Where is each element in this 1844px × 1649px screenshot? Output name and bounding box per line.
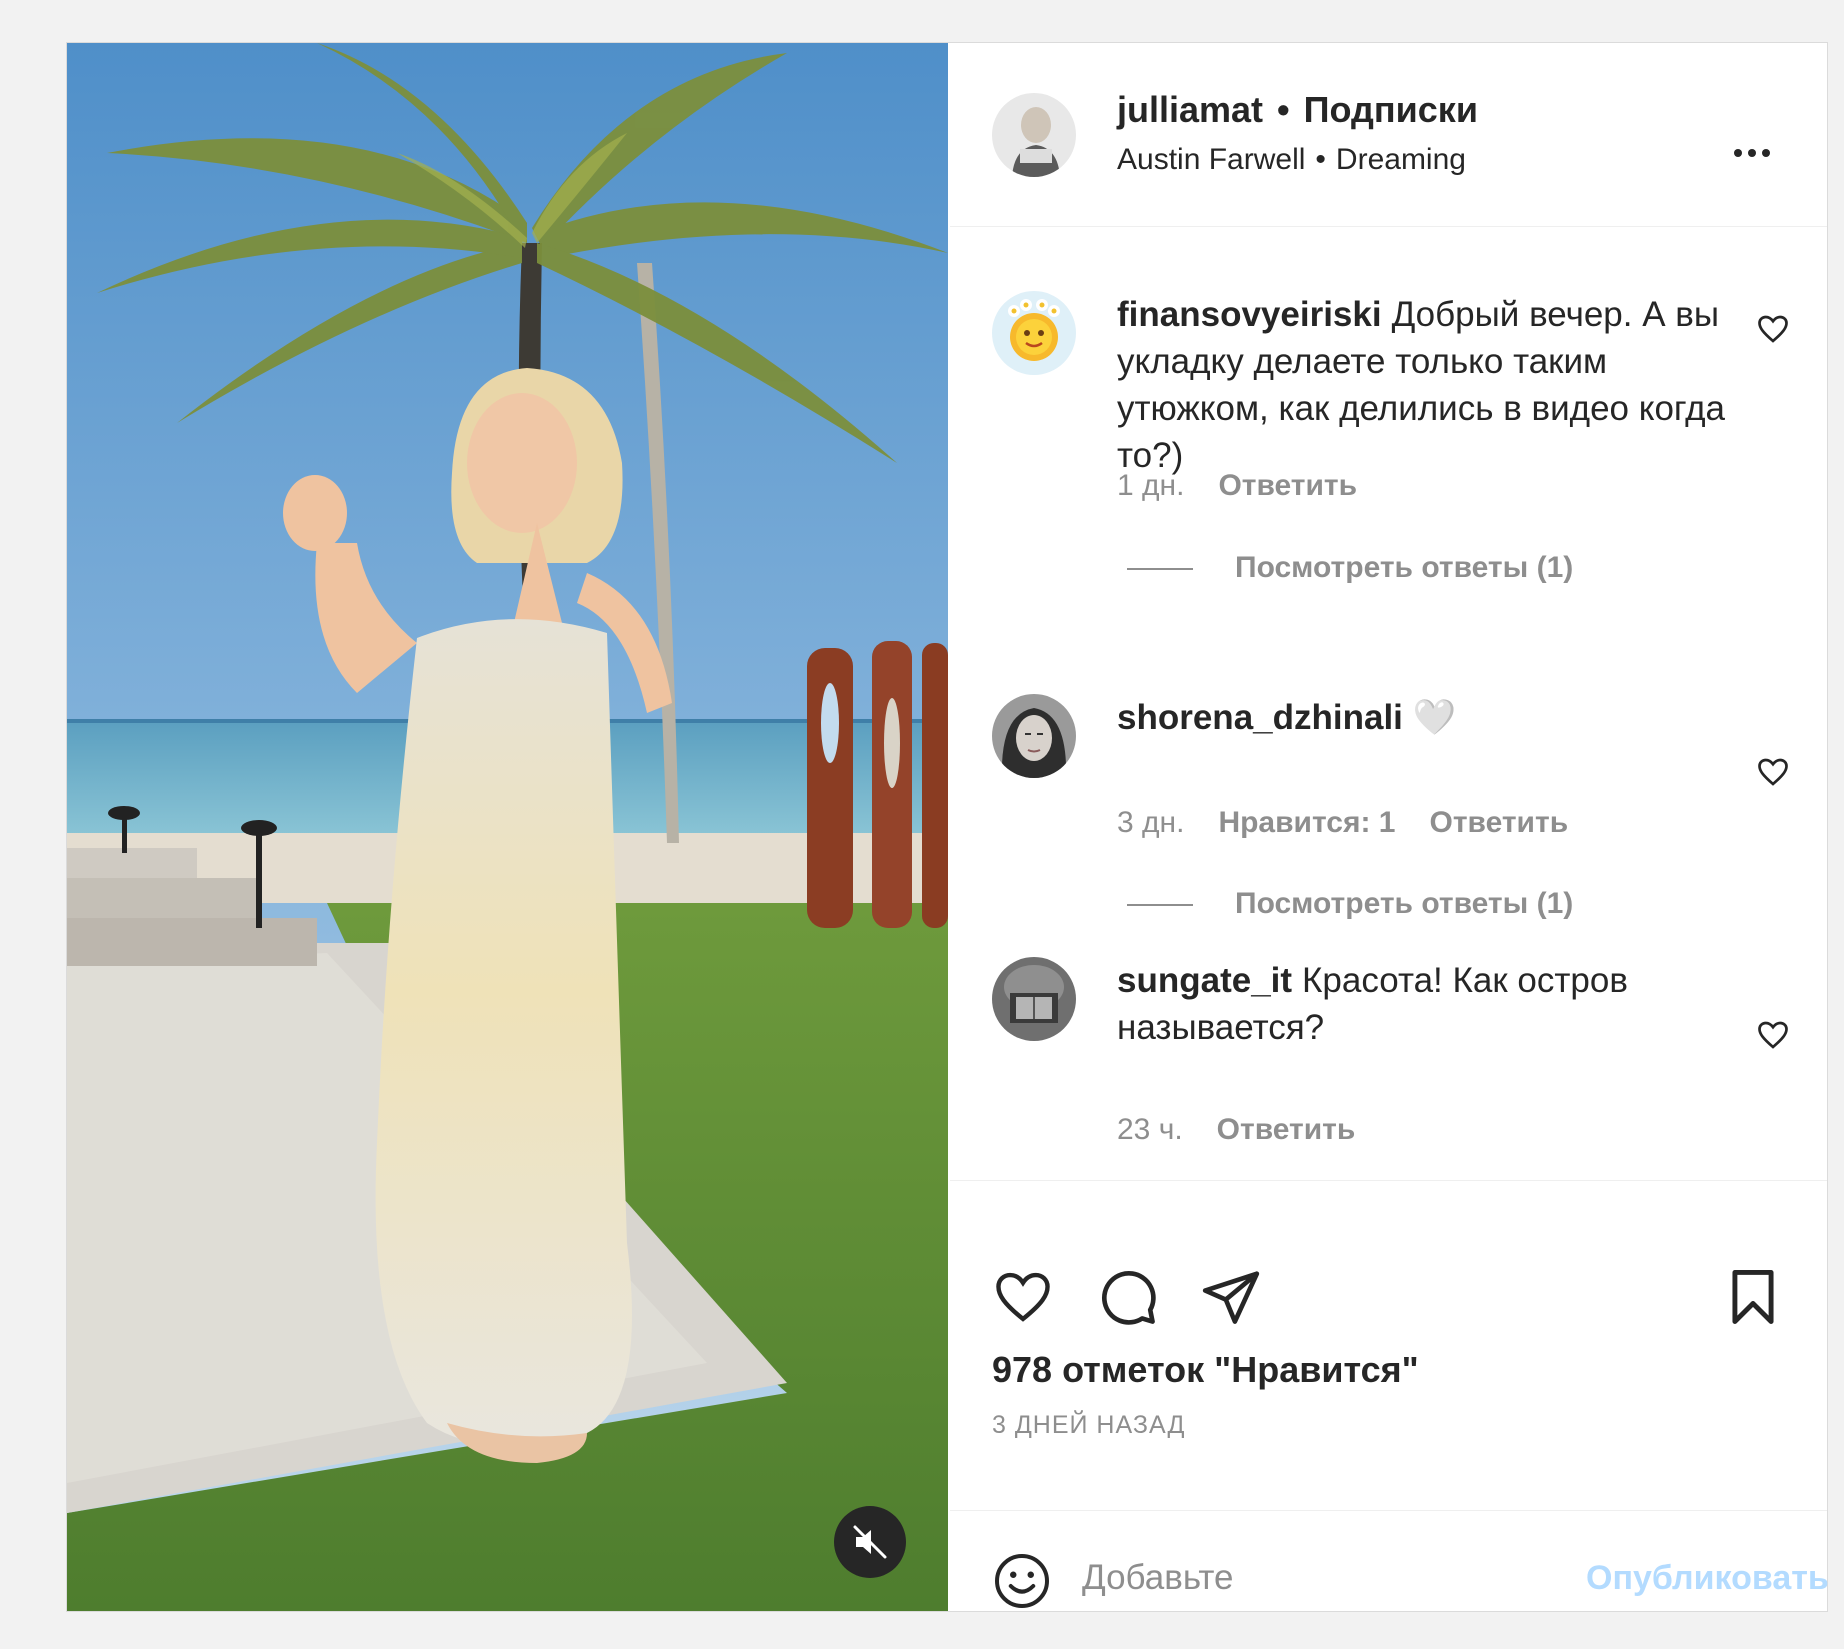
view-replies-label: Посмотреть ответы (1): [1235, 551, 1574, 584]
commenter-avatar[interactable]: [992, 957, 1076, 1041]
add-comment-bar: Опубликовать: [950, 1510, 1829, 1612]
more-options-button[interactable]: [1720, 133, 1780, 173]
view-replies-button[interactable]: Посмотреть ответы (1): [1127, 887, 1573, 921]
author-avatar[interactable]: [992, 93, 1076, 177]
comment-like-heart-icon[interactable]: [1755, 754, 1791, 790]
comment-item: shorena_dzhinali 🤍 3 дн. Нравится: 1 Ответи…: [950, 694, 1827, 934]
comment-username[interactable]: sungate_it: [1117, 961, 1292, 1000]
likes-count[interactable]: 978 отметок "Нравится": [992, 1349, 1419, 1391]
comment-likes-count[interactable]: Нравится: 1: [1218, 806, 1395, 839]
reply-button[interactable]: Ответить: [1217, 1113, 1356, 1146]
comment-meta: 3 дн. Нравится: 1 Ответить: [1117, 806, 1602, 840]
post-comment-button[interactable]: Опубликовать: [1586, 1559, 1829, 1598]
audio-artist-link[interactable]: Austin Farwell: [1117, 143, 1305, 176]
heart-icon[interactable]: [992, 1266, 1054, 1328]
replies-line: [1127, 904, 1193, 907]
commenter-avatar[interactable]: [992, 694, 1076, 778]
post-video[interactable]: [67, 43, 948, 1611]
more-horizontal-icon: [1734, 149, 1742, 157]
video-frame-image: [67, 43, 948, 1611]
comment-time[interactable]: 23 ч.: [1117, 1113, 1183, 1146]
emoji-smile-icon[interactable]: [992, 1551, 1052, 1611]
audio-track-link[interactable]: Dreaming: [1336, 143, 1466, 176]
comment-input[interactable]: [1080, 1547, 1504, 1609]
comment-text: 🤍: [1412, 698, 1457, 737]
post-dialog: julliamat • Подписки Austin Farwell • Dreami…: [66, 42, 1829, 1612]
audio-info: Austin Farwell • Dreaming: [1117, 143, 1466, 177]
reply-button[interactable]: Ответить: [1430, 806, 1569, 839]
separator-dot: •: [1315, 143, 1326, 176]
comment-like-heart-icon[interactable]: [1755, 311, 1791, 347]
speaker-muted-icon: [853, 1525, 887, 1559]
comment-time[interactable]: 3 дн.: [1117, 806, 1184, 839]
following-status-button[interactable]: Подписки: [1304, 89, 1478, 130]
author-username[interactable]: julliamat: [1117, 89, 1263, 130]
comment-like-heart-icon[interactable]: [1755, 1017, 1791, 1053]
comment-time[interactable]: 1 дн.: [1117, 469, 1184, 502]
comment-username[interactable]: finansovyeiriski: [1117, 295, 1382, 334]
comment-item: sungate_it Красота! Как остров называется…: [950, 957, 1827, 1157]
comment-icon[interactable]: [1097, 1266, 1159, 1328]
view-replies-button[interactable]: Посмотреть ответы (1): [1127, 551, 1573, 585]
post-side-panel: julliamat • Подписки Austin Farwell • Dreami…: [950, 43, 1829, 1612]
paper-plane-icon[interactable]: [1200, 1266, 1262, 1328]
reply-button[interactable]: Ответить: [1218, 469, 1357, 502]
replies-line: [1127, 568, 1193, 571]
comment-username[interactable]: shorena_dzhinali: [1117, 698, 1403, 737]
comment-meta: 1 дн. Ответить: [1117, 469, 1391, 503]
view-replies-label: Посмотреть ответы (1): [1235, 887, 1574, 920]
commenter-avatar[interactable]: [992, 291, 1076, 375]
post-actions: 978 отметок "Нравится" 3 ДНЕЙ НАЗАД: [950, 1180, 1827, 1511]
post-date[interactable]: 3 ДНЕЙ НАЗАД: [992, 1411, 1185, 1440]
mute-toggle-button[interactable]: [834, 1506, 906, 1578]
post-header: julliamat • Подписки Austin Farwell • Dreami…: [950, 43, 1827, 227]
comment-meta: 23 ч. Ответить: [1117, 1113, 1389, 1147]
comment-body: shorena_dzhinali 🤍: [1117, 694, 1727, 741]
bookmark-icon[interactable]: [1722, 1266, 1784, 1328]
comment-item: finansovyeiriski Добрый вечер. А вы уклад…: [950, 291, 1827, 621]
comment-body: finansovyeiriski Добрый вечер. А вы уклад…: [1117, 291, 1727, 479]
separator-dot: •: [1277, 89, 1290, 130]
comment-body: sungate_it Красота! Как остров называется…: [1117, 957, 1727, 1051]
author-line: julliamat • Подписки: [1117, 89, 1478, 131]
